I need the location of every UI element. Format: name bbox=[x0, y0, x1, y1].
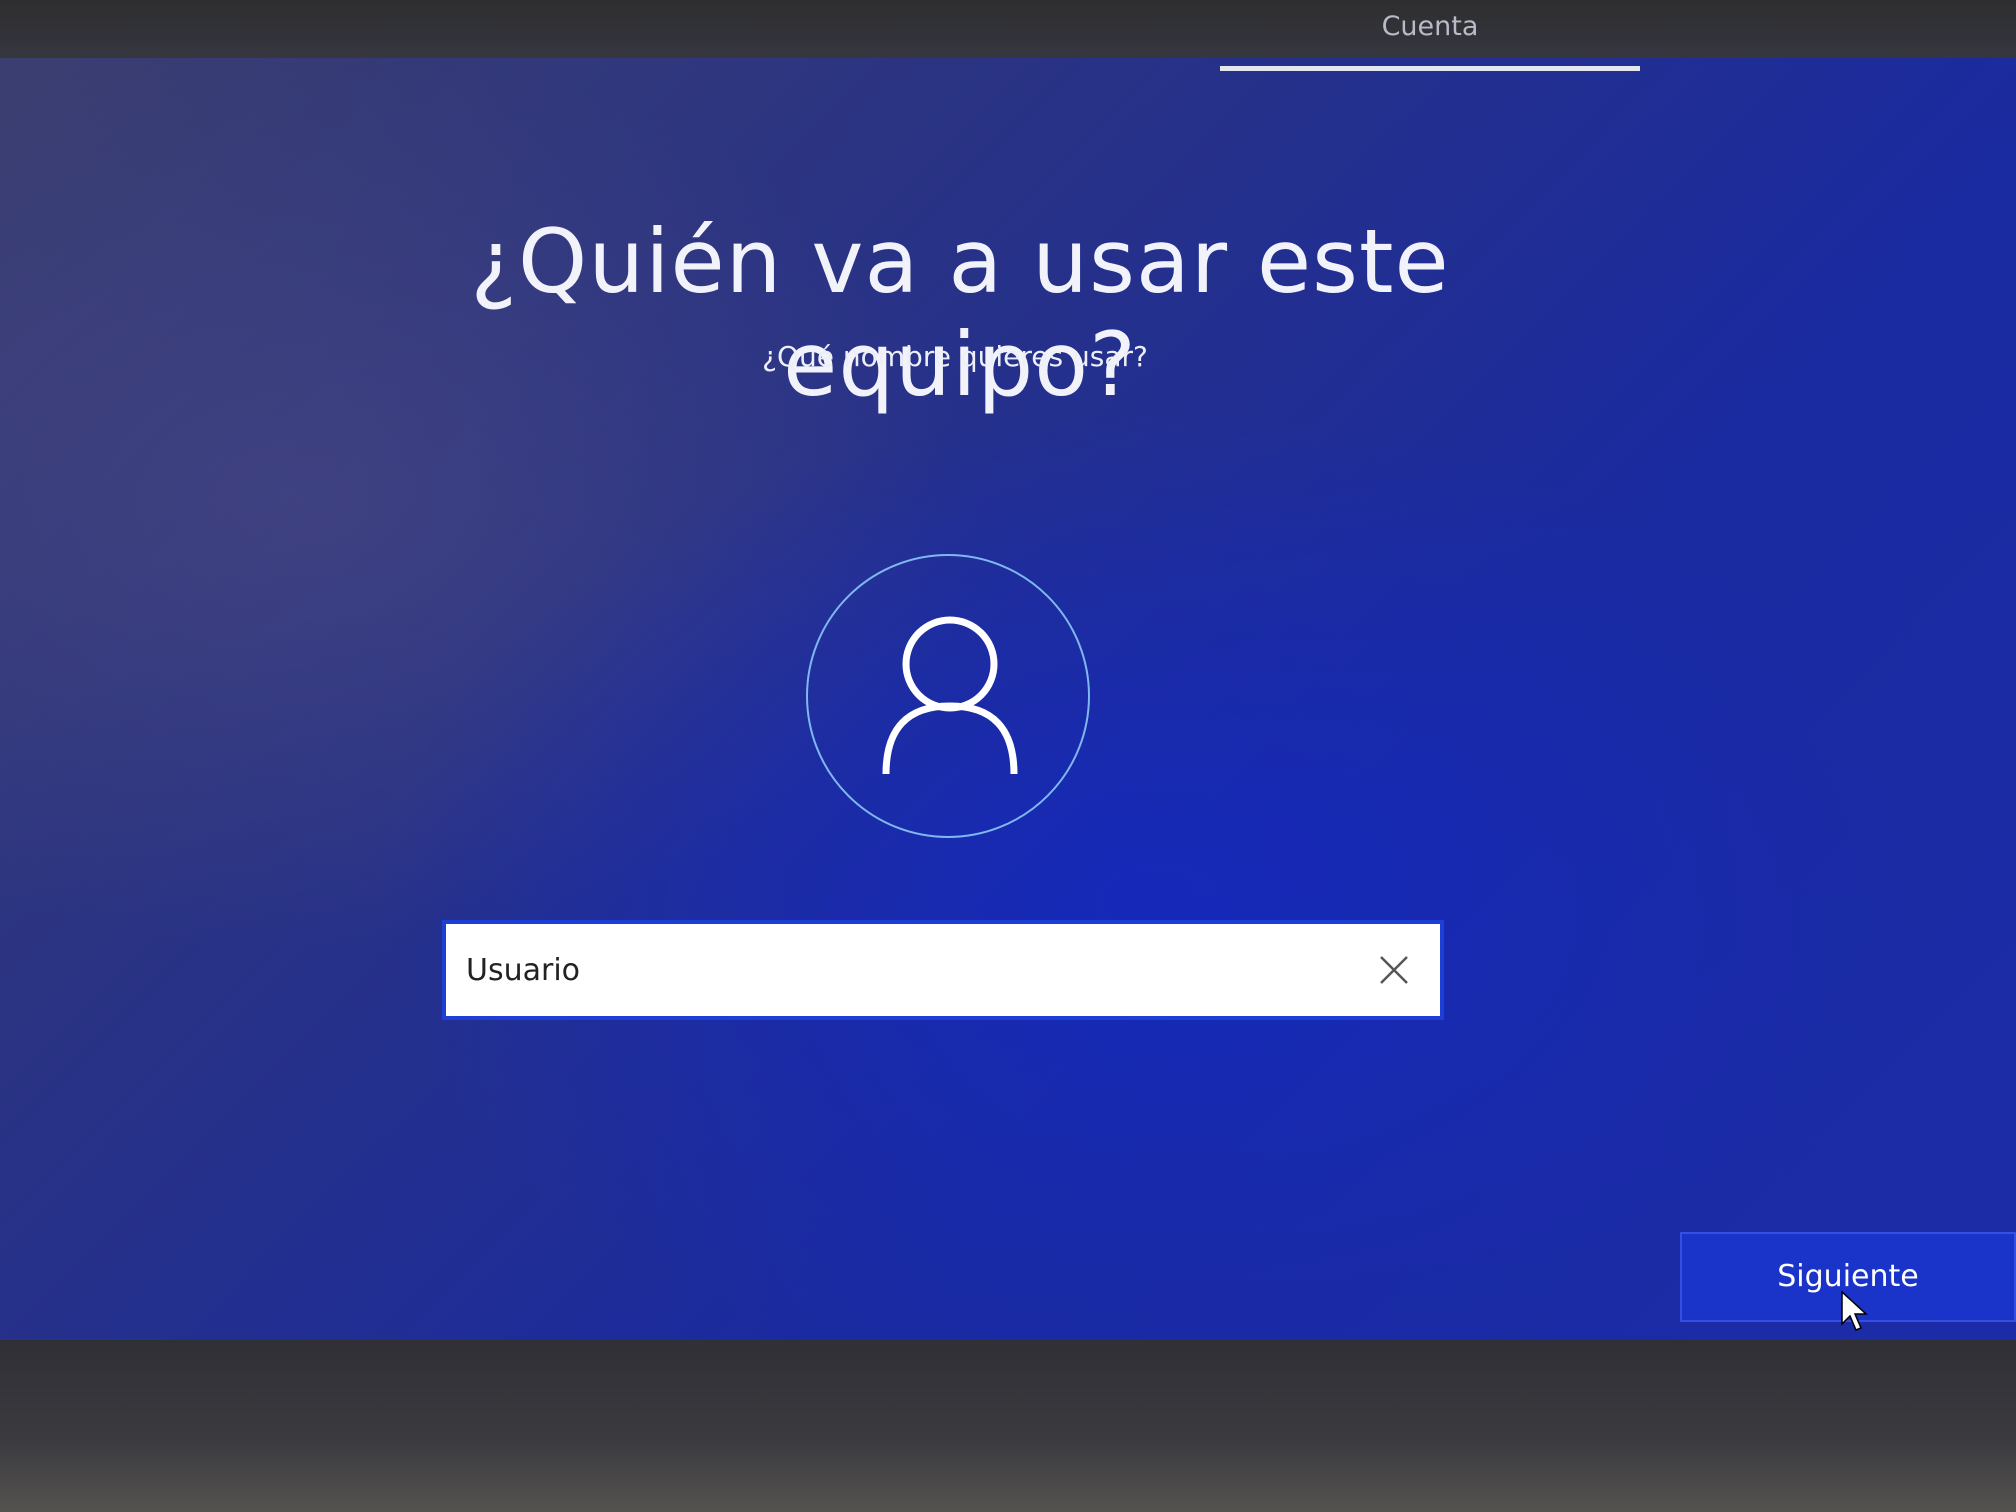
user-icon bbox=[882, 616, 1018, 775]
page-title: ¿Quién va a usar este equipo? bbox=[470, 210, 1450, 416]
top-bar bbox=[0, 0, 2016, 58]
mouse-pointer-icon bbox=[1841, 1290, 1868, 1331]
oobe-screen: Cuenta ¿Quién va a usar este equipo? ¿Qu… bbox=[0, 0, 2016, 1340]
name-input[interactable] bbox=[466, 938, 1346, 1002]
avatar bbox=[806, 554, 1090, 838]
device-bottom-edge bbox=[0, 1340, 2016, 1512]
tab-active-indicator bbox=[1220, 66, 1640, 71]
close-icon[interactable] bbox=[1378, 954, 1410, 986]
page-subtitle: ¿Qué nombre quieres usar? bbox=[762, 340, 1148, 373]
tab-account: Cuenta bbox=[1381, 11, 1479, 42]
name-field[interactable] bbox=[442, 920, 1444, 1020]
